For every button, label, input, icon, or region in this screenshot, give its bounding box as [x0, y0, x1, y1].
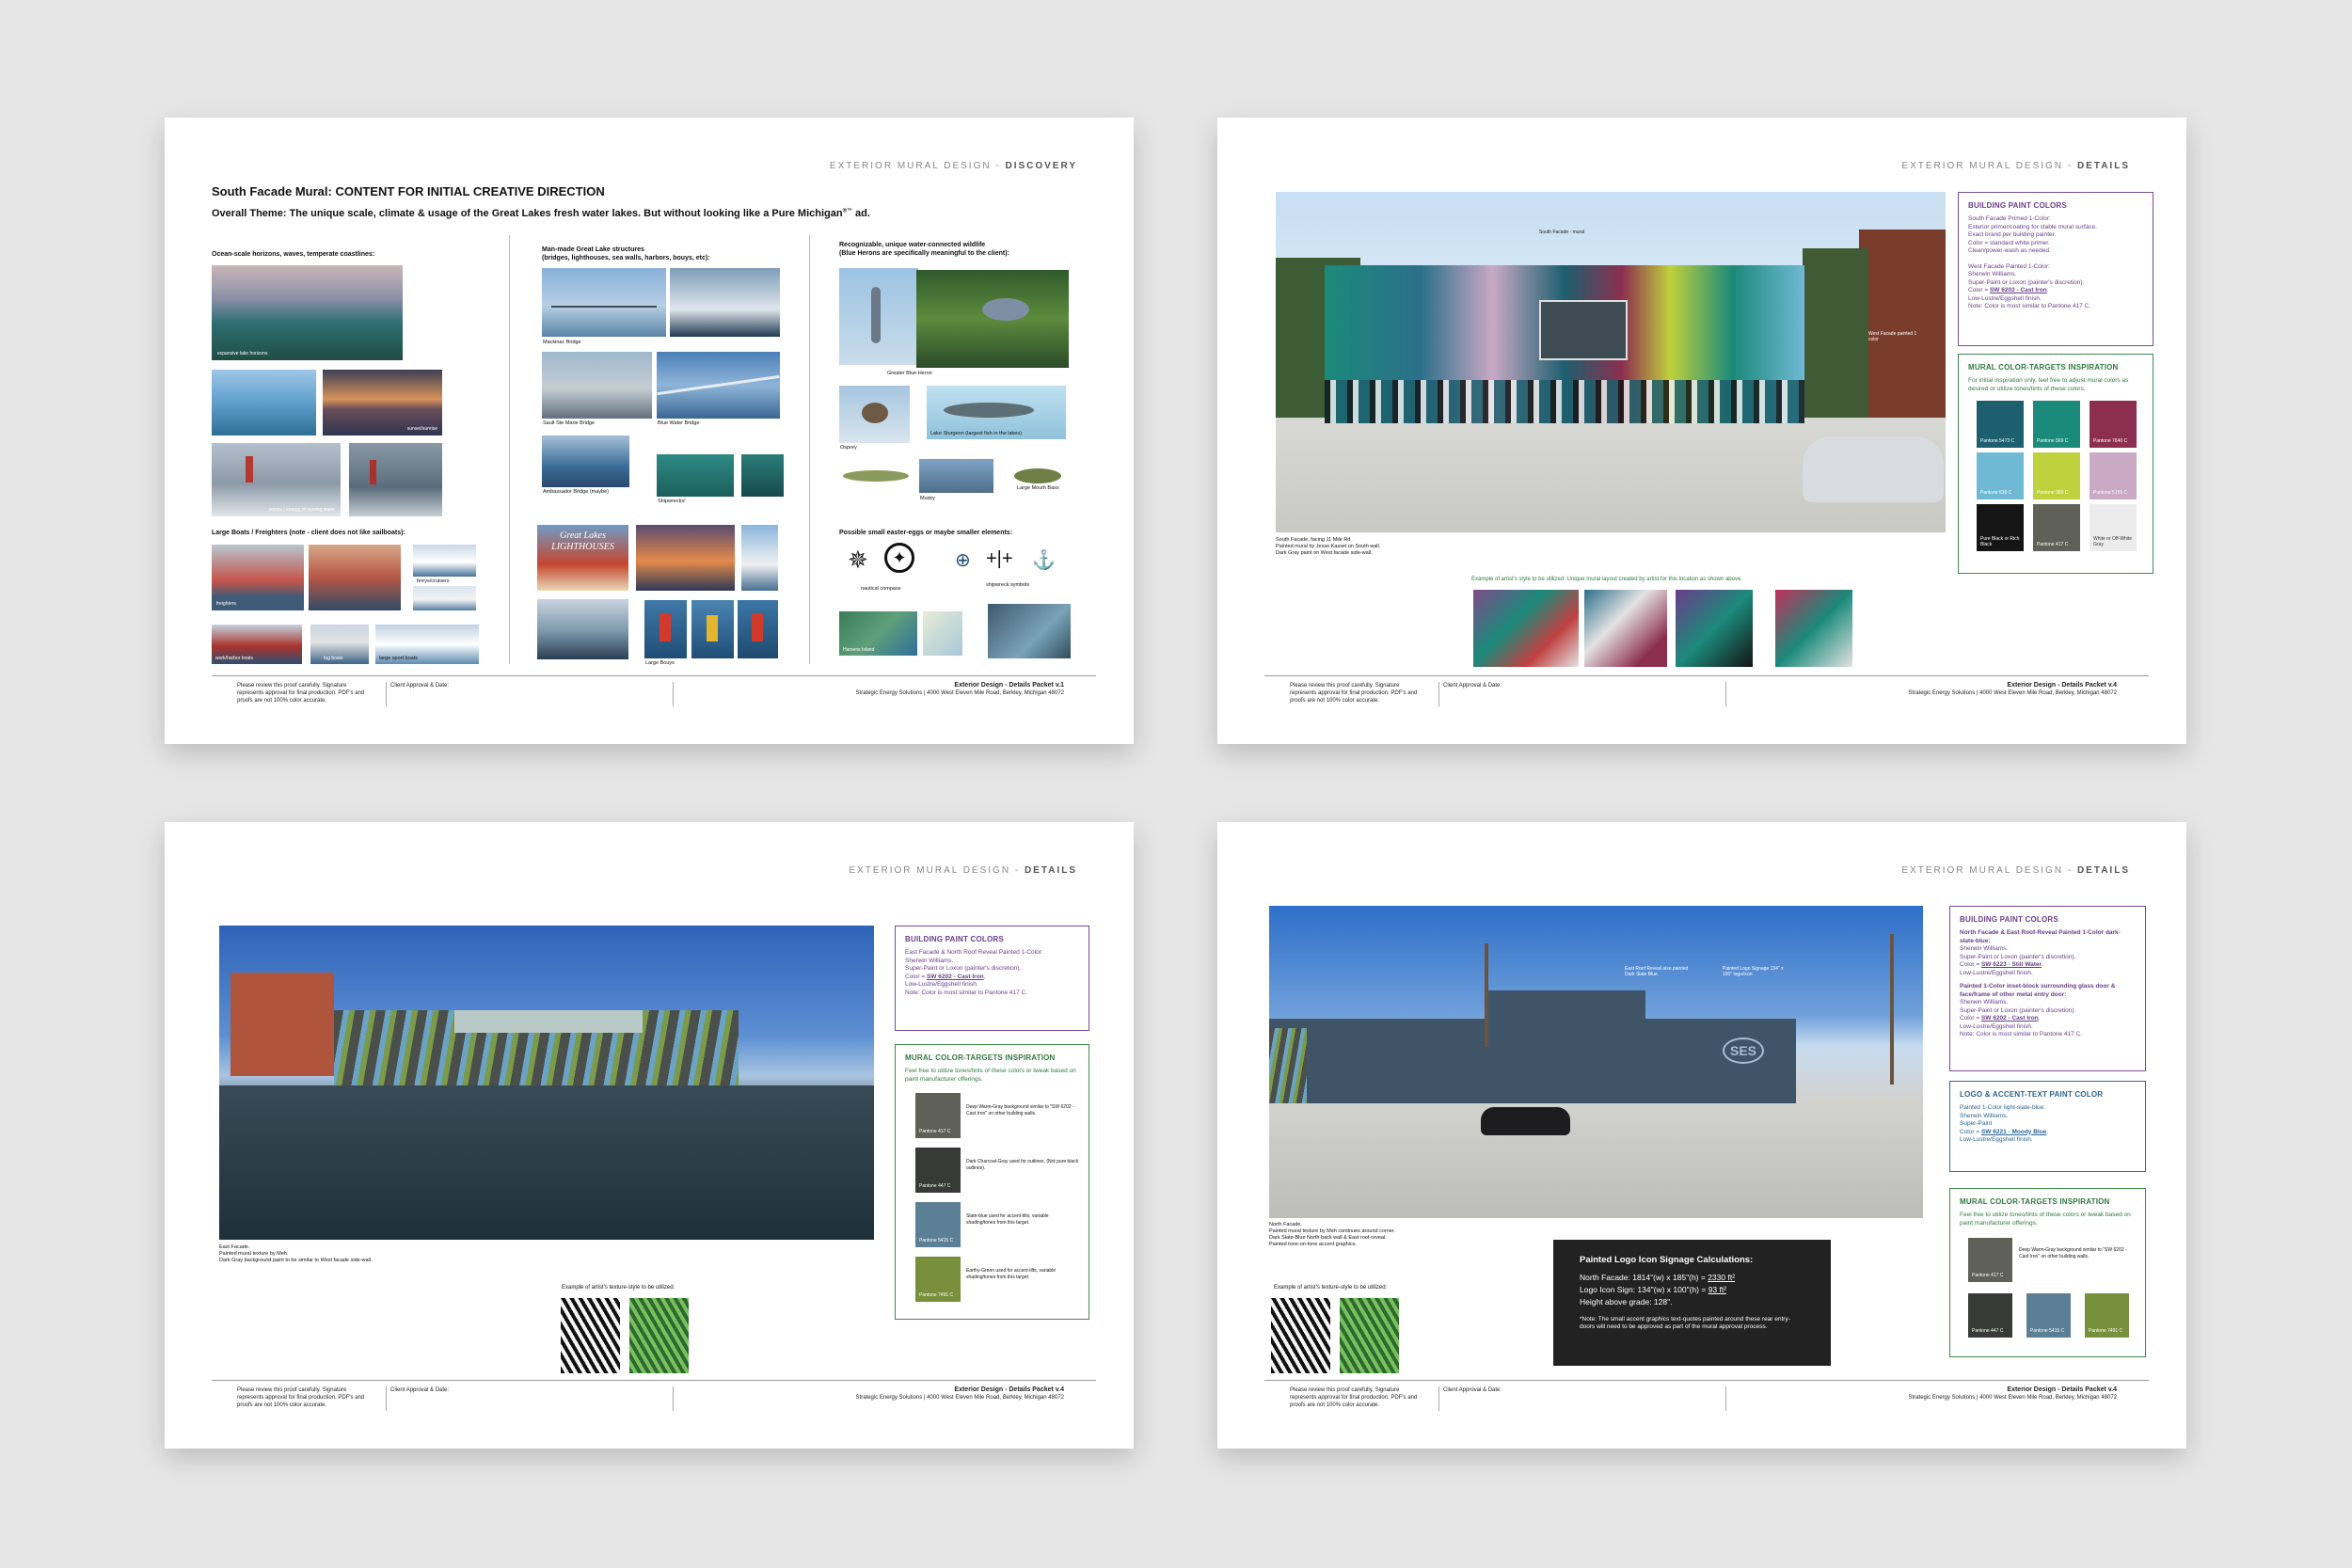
sheet-footer: Please review this proof carefully. Sign…	[212, 675, 1096, 708]
swatch: Pantone 447 C	[1968, 1293, 2012, 1338]
col1-label: Ocean-scale horizons, waves, temperate c…	[212, 251, 375, 258]
swatch: Pantone 569 C	[2033, 401, 2080, 448]
photo-coastline	[212, 370, 316, 436]
shipwreck-symbol-icon: ⊕	[955, 550, 971, 571]
photo-lake-horizon: expansive lake horizons	[212, 265, 403, 360]
building-paint-colors-panel: BUILDING PAINT COLORS East Facade & Nort…	[895, 926, 1089, 1031]
photo-sport-boats: large sport boats	[375, 625, 479, 664]
sheet-header: EXTERIOR MURAL DESIGN - DETAILS	[849, 865, 1077, 876]
photo-lighthouse-storm	[349, 443, 442, 516]
example-mural-1	[1473, 590, 1579, 667]
swatch: Pantone 5415 C	[2026, 1293, 2071, 1338]
logo-accent-paint-panel: LOGO & ACCENT-TEXT PAINT COLOR Painted 1…	[1949, 1081, 2146, 1172]
photo-harsens-island-map: Harsens Island	[839, 611, 917, 656]
example-label: Example of artist's texture-style to be …	[1274, 1285, 1388, 1291]
photo-shipwreck-art	[988, 604, 1071, 658]
photo-caption: North Facade. Painted mural texture by M…	[1269, 1222, 1395, 1247]
photo-blue-heron	[839, 268, 918, 365]
swatch: White or Off-White Gray	[2090, 504, 2137, 551]
sheet-details-south: EXTERIOR MURAL DESIGN - DETAILS South Fa…	[1217, 118, 2186, 744]
swatch: Pantone 417 C	[1968, 1238, 2012, 1282]
swatch: Pantone 380 C	[2033, 452, 2080, 499]
photo-ferry-2	[413, 586, 476, 610]
photo-lake-sturgeon: Lake Sturgeon (largest fish in the lakes…	[927, 386, 1066, 439]
swatch: Pantone 5415 C	[915, 1202, 961, 1247]
photo-shipwreck	[657, 454, 734, 497]
photo-bouy-3	[738, 600, 778, 658]
swatch: Pantone 7491 C	[2085, 1293, 2129, 1338]
photo-lighthouse-white	[741, 525, 778, 591]
photo-bouy-1	[644, 600, 687, 658]
photo-lake-view	[670, 268, 780, 337]
diver-symbol-icon: ⚓	[1032, 550, 1056, 571]
photo-north-facade: East Roof Reveal also painted Dark Slate…	[1269, 906, 1923, 1218]
swatch: Pantone 447 C	[915, 1148, 961, 1193]
photo-osprey	[839, 386, 910, 443]
compass-rose-icon: ✵	[848, 546, 868, 574]
photo-freighter-2	[309, 545, 401, 610]
example-mural-3	[1676, 590, 1753, 667]
sheet-footer: Please review this proof carefully. Sign…	[1264, 675, 2149, 708]
photo-map	[923, 611, 962, 656]
photo-shipwreck-2	[741, 454, 784, 497]
photo-tug-boats: tug boats	[310, 625, 369, 664]
photo-heron-flight	[916, 270, 1069, 368]
example-label: Example of artist's style to be utilized…	[1471, 577, 1742, 582]
photo-east-facade	[219, 926, 874, 1240]
photo-blue-water-bridge	[657, 352, 780, 419]
swatch: Pantone 5473 C	[1977, 401, 2024, 448]
sheet-footer: Please review this proof carefully. Sign…	[1264, 1380, 2149, 1413]
photo-pier-bridge	[537, 599, 628, 659]
photo-bouy-2	[691, 600, 734, 658]
signage-calculations-box: Painted Logo Icon Signage Calculations: …	[1553, 1240, 1831, 1366]
boats-label: Large Boats / Freighters (note - client …	[212, 530, 405, 536]
photo-lighthouse-sunset	[636, 525, 735, 591]
swatch: Pantone 7491 C	[915, 1257, 961, 1302]
theme-line: Overall Theme: The unique scale, climate…	[212, 208, 870, 219]
photo-caption: East Facade. Painted mural texture by Me…	[219, 1244, 373, 1263]
photo-mackinac-bridge	[542, 268, 666, 337]
col2-label: Man-made Great Lake structures (bridges,…	[542, 246, 710, 261]
example-texture-green	[1340, 1298, 1399, 1373]
photo-sunset: sunset/sunrise	[323, 370, 442, 436]
swatch: Pantone 417 C	[915, 1093, 961, 1138]
eggs-label: Possible small easter-eggs or maybe smal…	[839, 530, 1013, 536]
photo-harbor-boat: work/harbor boats	[212, 625, 302, 664]
photo-freighter: freighters	[212, 545, 304, 610]
example-mural-2	[1584, 590, 1667, 667]
sheet-header: EXTERIOR MURAL DESIGN - DISCOVERY	[829, 161, 1077, 171]
example-label: Example of artist's texture-style to be …	[562, 1285, 675, 1291]
photo-caption: South Facade, facing 11 Mile Rd Painted …	[1276, 537, 1381, 556]
photo-musky	[839, 459, 914, 493]
photo-ambassador-bridge	[542, 436, 629, 487]
sheet-header: EXTERIOR MURAL DESIGN - DETAILS	[1901, 161, 2130, 171]
sheet-discovery: EXTERIOR MURAL DESIGN - DISCOVERY South …	[165, 118, 1134, 744]
col3-label: Recognizable, unique water-connected wil…	[839, 242, 1009, 257]
nautical-compass-icon: ✦	[884, 543, 914, 573]
building-paint-colors-panel: BUILDING PAINT COLORS North Facade & Eas…	[1949, 906, 2146, 1071]
hazard-symbol-icon: +|+	[986, 548, 1013, 569]
photo-lighthouses-sign: Great Lakes LIGHTHOUSES	[537, 525, 628, 591]
swatch: Pantone 5155 C	[2090, 452, 2137, 499]
swatch: Pantone 417 C	[2033, 504, 2080, 551]
page-title: South Facade Mural: CONTENT FOR INITIAL …	[212, 184, 605, 198]
photo-sault-bridge	[542, 352, 652, 419]
photo-lighthouse-waves: waves / energy of moving water	[212, 443, 341, 516]
swatch: Pantone 630 C	[1977, 452, 2024, 499]
sheet-footer: Please review this proof carefully. Sign…	[212, 1380, 1096, 1413]
sheet-header: EXTERIOR MURAL DESIGN - DETAILS	[1901, 865, 2130, 876]
example-mural-4	[1775, 590, 1852, 667]
sheet-details-east: EXTERIOR MURAL DESIGN - DETAILS East Fac…	[165, 822, 1134, 1449]
example-texture-green	[629, 1298, 689, 1373]
photo-fisherman	[919, 459, 993, 493]
swatch: Pure Black or Rich Black	[1977, 504, 2024, 551]
sheet-details-north: EXTERIOR MURAL DESIGN - DETAILS East Roo…	[1217, 822, 2186, 1449]
photo-ferry-1	[413, 545, 476, 577]
photo-south-facade-mural: South Facade - mural West Facade painted…	[1276, 192, 1946, 532]
example-texture-bw	[1271, 1298, 1330, 1373]
example-texture-bw	[561, 1298, 620, 1373]
building-paint-colors-panel: BUILDING PAINT COLORS South Facade Prime…	[1958, 192, 2153, 346]
swatch: Pantone 7640 C	[2090, 401, 2137, 448]
